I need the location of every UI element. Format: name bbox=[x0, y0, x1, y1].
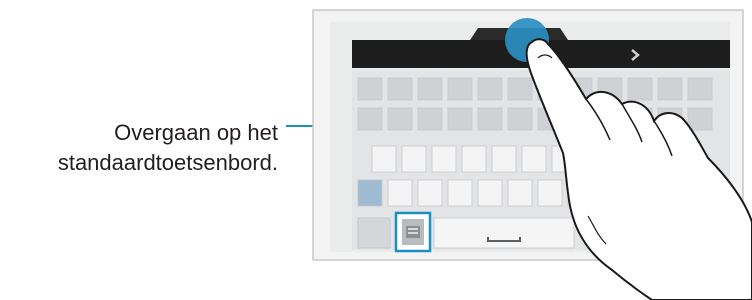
keyboard-key[interactable] bbox=[461, 145, 487, 173]
keyboard-key[interactable] bbox=[371, 145, 397, 173]
keyboard-key[interactable] bbox=[387, 107, 413, 131]
keyboard-key[interactable] bbox=[447, 179, 473, 207]
keyboard-key[interactable] bbox=[387, 77, 413, 101]
keyboard-key[interactable] bbox=[357, 107, 383, 131]
keyboard-key[interactable] bbox=[357, 179, 383, 207]
keyboard-key[interactable] bbox=[447, 107, 473, 131]
keyboard-key[interactable] bbox=[507, 107, 533, 131]
keyboard-key[interactable] bbox=[521, 145, 547, 173]
illustration bbox=[286, 9, 752, 300]
keyboard-key[interactable] bbox=[417, 179, 443, 207]
keyboard-key[interactable] bbox=[507, 179, 533, 207]
keyboard-key[interactable] bbox=[491, 145, 517, 173]
keyboard-key[interactable] bbox=[477, 107, 503, 131]
space-bar[interactable] bbox=[433, 217, 575, 249]
keyboard-key[interactable] bbox=[687, 77, 713, 101]
keyboard-key[interactable] bbox=[357, 77, 383, 101]
keyboard-key[interactable] bbox=[477, 77, 503, 101]
keyboard-key[interactable] bbox=[387, 179, 413, 207]
keyboard-key[interactable] bbox=[507, 77, 533, 101]
keyboard-key[interactable] bbox=[447, 77, 473, 101]
keyboard-key[interactable] bbox=[537, 179, 563, 207]
keyboard-switch-icon bbox=[406, 226, 420, 238]
keyboard-key[interactable] bbox=[477, 179, 503, 207]
keyboard-key[interactable] bbox=[357, 217, 391, 249]
keyboard-key[interactable] bbox=[401, 145, 427, 173]
keyboard-key[interactable] bbox=[431, 145, 457, 173]
keyboard-key[interactable] bbox=[627, 77, 653, 101]
keyboard-switch-key[interactable] bbox=[394, 211, 432, 253]
keyboard-key[interactable] bbox=[657, 77, 683, 101]
keyboard-key[interactable] bbox=[687, 107, 713, 131]
keyboard-key[interactable] bbox=[417, 77, 443, 101]
keyboard-key[interactable] bbox=[417, 107, 443, 131]
